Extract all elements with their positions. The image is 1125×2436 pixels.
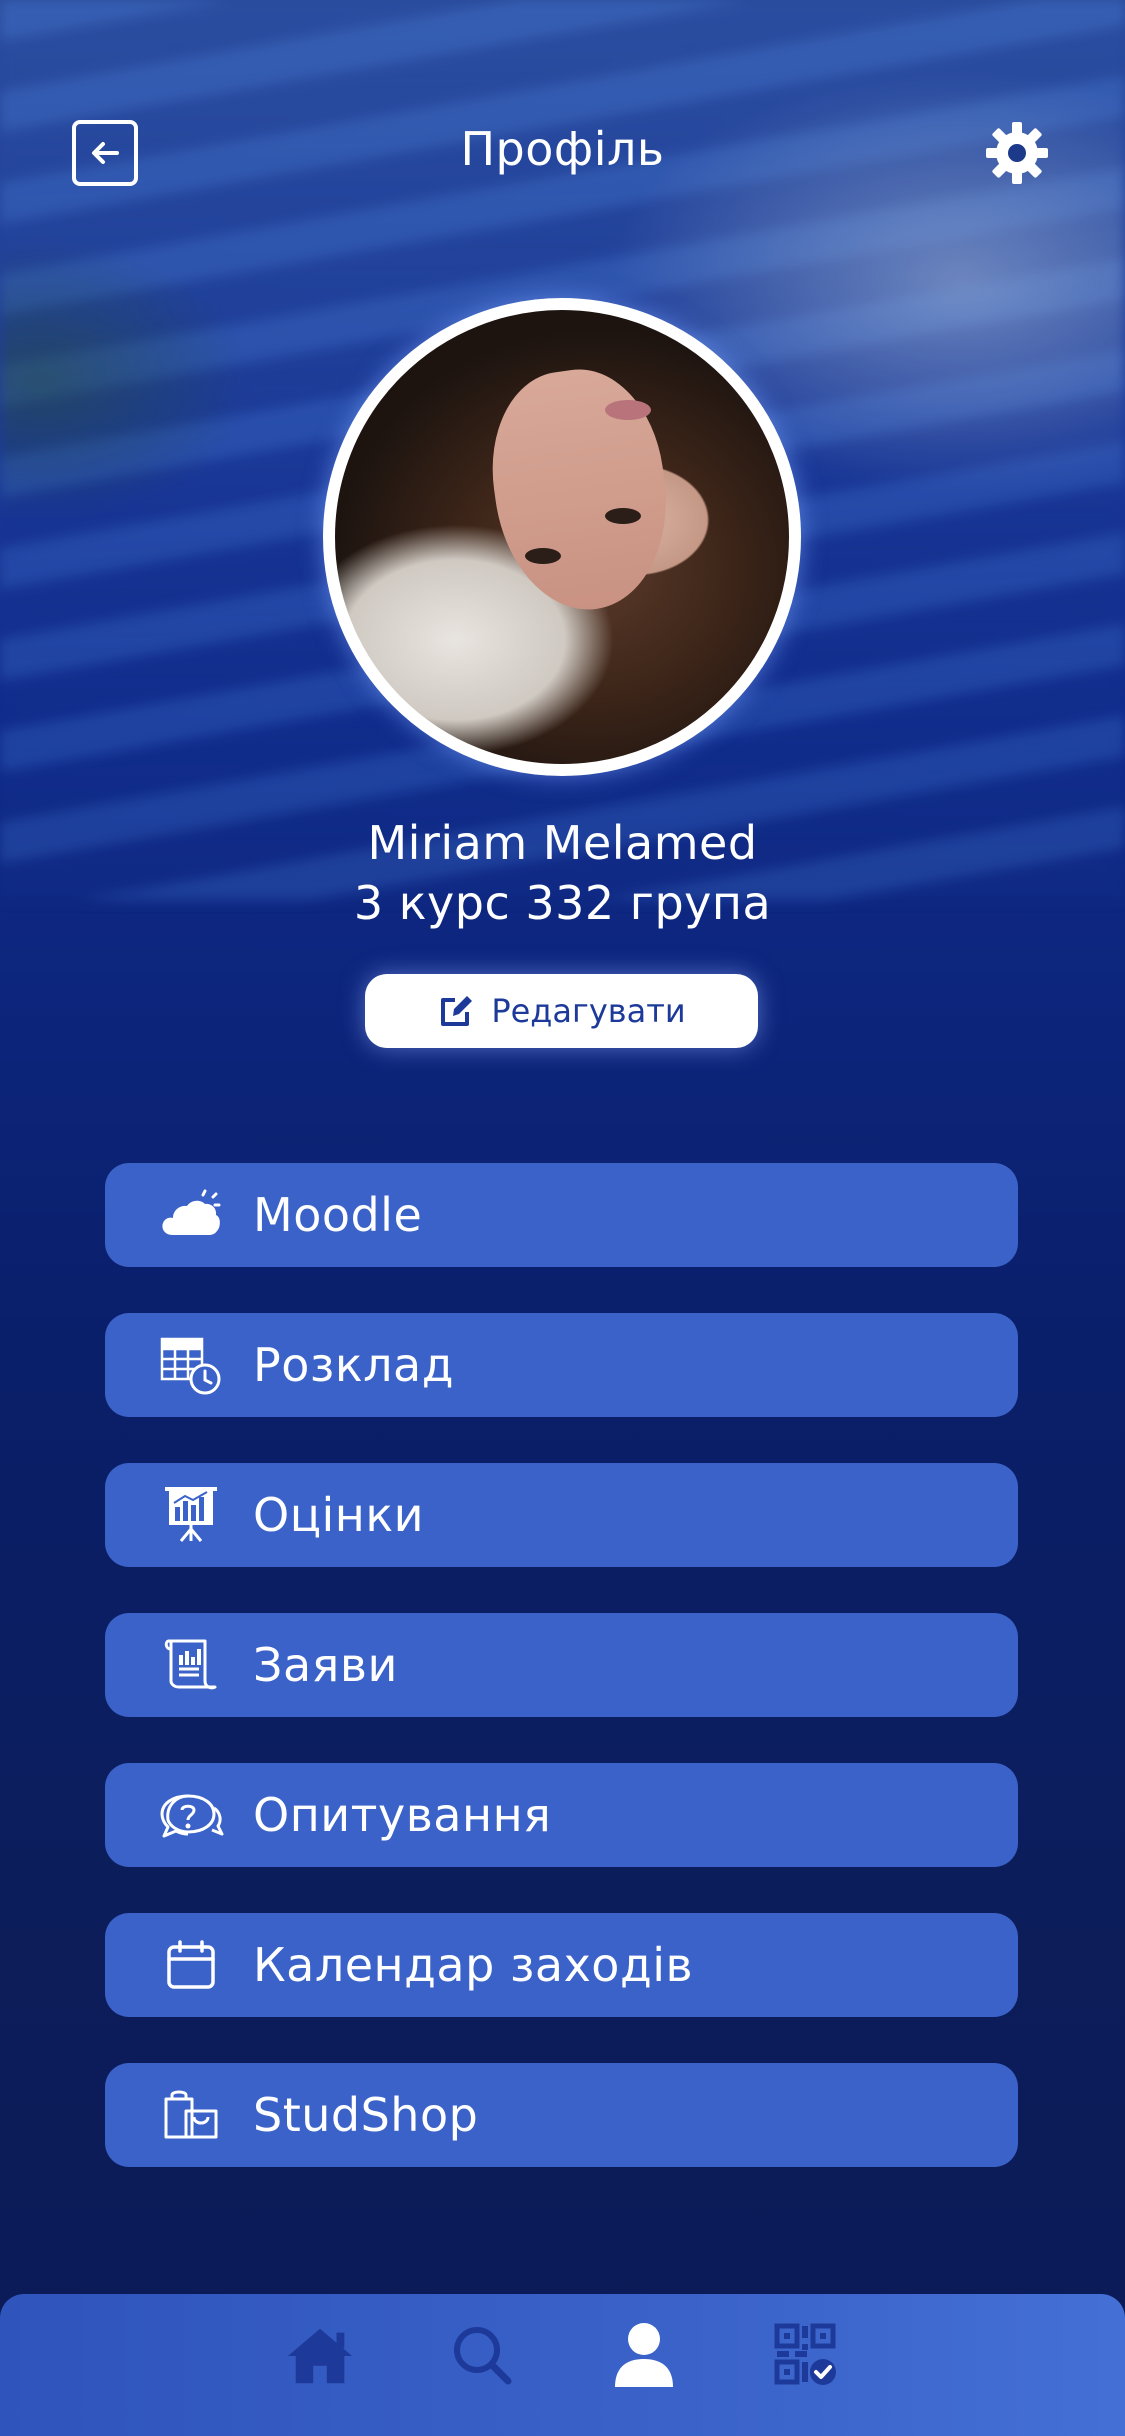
edit-icon: [441, 996, 473, 1026]
user-group: 3 курс 332 група: [353, 876, 772, 930]
nav-profile[interactable]: [608, 2319, 680, 2391]
page-title: Профіль: [460, 122, 665, 176]
document-icon: [164, 1639, 217, 1690]
menu-item-label: Moodle: [253, 1188, 423, 1242]
shopping-bag-icon: [164, 2090, 218, 2139]
menu-item-label: Заяви: [253, 1638, 398, 1692]
cloud-icon: [162, 1189, 221, 1235]
nav-search[interactable]: [446, 2319, 518, 2391]
menu-item-moodle[interactable]: Moodle: [105, 1163, 1018, 1267]
menu-item-events-calendar[interactable]: Календар заходів: [105, 1913, 1018, 2017]
nav-qr[interactable]: [770, 2319, 842, 2391]
survey-chat-icon: [160, 1794, 224, 1838]
menu-item-studshop[interactable]: StudShop: [105, 2063, 1018, 2167]
menu-item-label: Опитування: [253, 1788, 552, 1842]
menu-item-label: Календар заходів: [253, 1938, 694, 1992]
schedule-icon: [160, 1337, 221, 1395]
menu-item-label: StudShop: [253, 2088, 479, 2142]
header: Профіль: [0, 110, 1125, 190]
menu-item-requests[interactable]: Заяви: [105, 1613, 1018, 1717]
gear-icon: [986, 122, 1048, 184]
menu-item-label: Оцінки: [253, 1488, 425, 1542]
calendar-icon: [167, 1940, 215, 1989]
qr-code-icon: [774, 2323, 836, 2385]
bottom-nav: [0, 2294, 1125, 2436]
menu-item-label: Розклад: [253, 1338, 455, 1392]
settings-button[interactable]: [982, 118, 1052, 188]
edit-profile-button[interactable]: Редагувати: [365, 974, 758, 1048]
user-name: Miriam Melamed: [367, 816, 758, 870]
home-icon: [287, 2328, 352, 2384]
menu-item-surveys[interactable]: Опитування: [105, 1763, 1018, 1867]
search-icon: [453, 2327, 511, 2385]
edit-profile-label: Редагувати: [491, 992, 686, 1030]
avatar[interactable]: [323, 298, 801, 776]
nav-home[interactable]: [284, 2319, 356, 2391]
grades-chart-icon: [165, 1487, 217, 1542]
menu-item-grades[interactable]: Оцінки: [105, 1463, 1018, 1567]
menu-item-schedule[interactable]: Розклад: [105, 1313, 1018, 1417]
profile-icon: [614, 2323, 673, 2387]
